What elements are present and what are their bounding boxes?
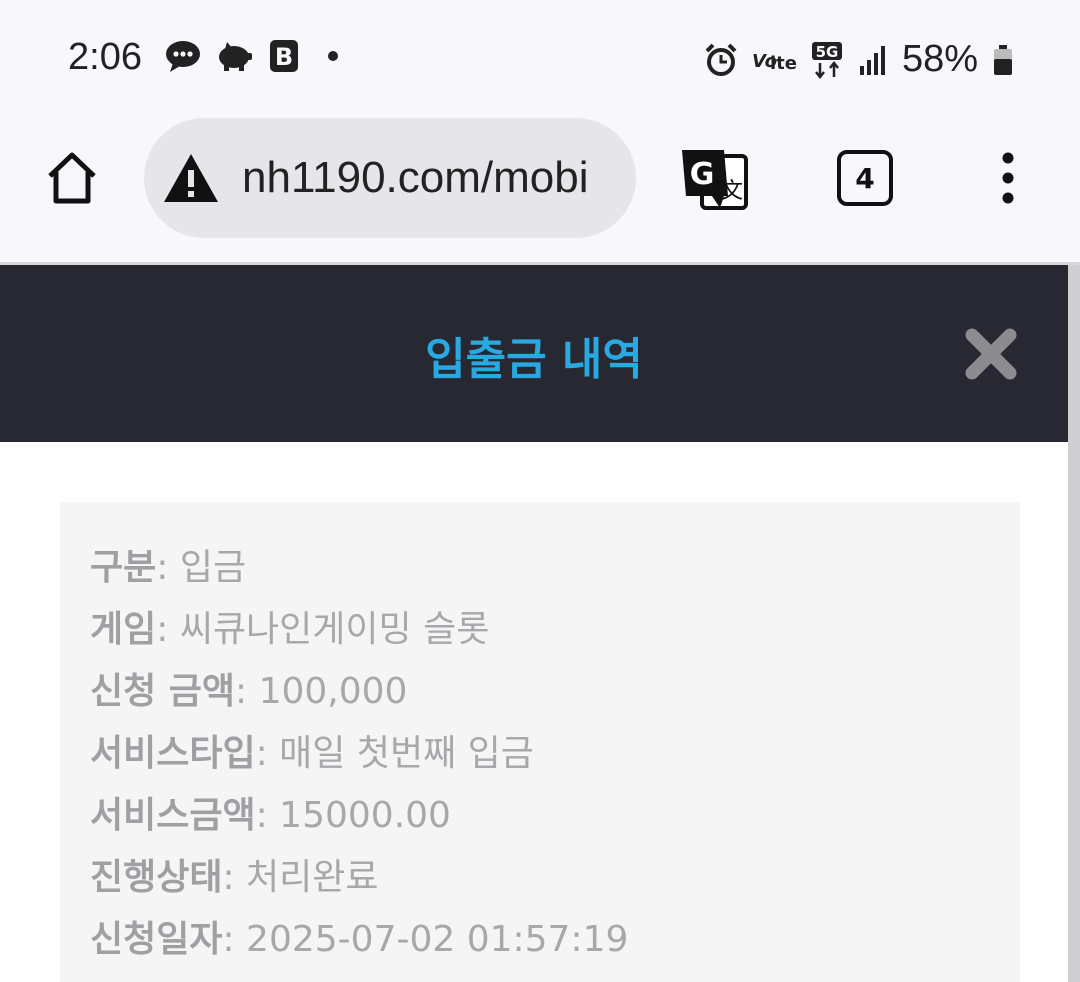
detail-row-type: 구분: 입금 xyxy=(90,538,246,590)
detail-row-game: 게임: 씨큐나인게이밍 슬롯 xyxy=(90,600,489,652)
more-menu-icon[interactable] xyxy=(998,152,1018,204)
svg-text:lte: lte xyxy=(770,53,796,74)
detail-row-date: 신청일자: 2025-07-02 01:57:19 xyxy=(90,910,628,962)
row-value: : 2025-07-02 01:57:19 xyxy=(222,919,629,960)
row-label: 게임 xyxy=(90,609,157,650)
notification-icons: B xyxy=(165,38,345,74)
detail-row-service-type: 서비스타입: 매일 첫번째 입금 xyxy=(90,724,534,776)
row-value: : 입금 xyxy=(156,547,247,588)
warning-icon[interactable] xyxy=(162,152,220,204)
tab-switcher-button[interactable]: 4 xyxy=(837,150,893,206)
browser-toolbar: nh1190.com/mobi G 文 4 xyxy=(0,118,1080,262)
url-text[interactable]: nh1190.com/mobi xyxy=(242,153,589,203)
alarm-icon xyxy=(705,43,737,76)
status-time: 2:06 xyxy=(68,36,142,78)
signal-icon xyxy=(859,45,885,75)
row-value: : 처리완료 xyxy=(222,857,379,898)
detail-row-service-amount: 서비스금액: 15000.00 xyxy=(90,786,451,838)
status-bar: 2:06 B Vo lte 5G 58% xyxy=(0,0,1080,118)
scrollbar[interactable] xyxy=(1068,265,1080,982)
row-label: 구분 xyxy=(90,547,157,588)
battery-percent: 58% xyxy=(901,38,978,80)
dot-icon xyxy=(328,51,338,61)
row-value: : 100,000 xyxy=(235,671,408,712)
svg-text:G: G xyxy=(690,157,715,192)
row-value: : 매일 첫번째 입금 xyxy=(255,733,534,774)
battery-icon xyxy=(994,44,1012,75)
row-label: 서비스타입 xyxy=(90,733,256,774)
transaction-detail: 구분: 입금 게임: 씨큐나인게이밍 슬롯 신청 금액: 100,000 서비스… xyxy=(60,502,1020,982)
volte-icon: Vo lte xyxy=(752,51,796,74)
chat-bubble-icon xyxy=(166,41,200,72)
5g-icon: 5G xyxy=(811,41,842,79)
row-label: 신청 금액 xyxy=(90,671,236,712)
row-label: 진행상태 xyxy=(90,857,223,898)
modal-title: 입출금 내역 xyxy=(425,334,643,385)
row-label: 신청일자 xyxy=(90,919,223,960)
svg-text:B: B xyxy=(275,43,293,71)
row-value: : 15000.00 xyxy=(255,795,451,836)
modal-header: 입출금 내역 xyxy=(0,265,1068,442)
piggy-bank-icon xyxy=(219,42,252,71)
home-icon[interactable] xyxy=(44,150,100,206)
detail-row-status: 진행상태: 처리완료 xyxy=(90,848,379,900)
row-value: : 씨큐나인게이밍 슬롯 xyxy=(156,609,490,650)
translate-icon[interactable]: G 文 xyxy=(680,146,748,210)
close-icon[interactable] xyxy=(964,327,1018,381)
b-app-icon: B xyxy=(270,40,298,72)
detail-row-amount: 신청 금액: 100,000 xyxy=(90,662,407,714)
svg-text:5G: 5G xyxy=(816,43,839,61)
svg-text:文: 文 xyxy=(721,179,743,204)
address-bar[interactable]: nh1190.com/mobi xyxy=(144,118,636,238)
row-label: 서비스금액 xyxy=(90,795,256,836)
system-icons: Vo lte 5G 58% xyxy=(704,38,1014,81)
